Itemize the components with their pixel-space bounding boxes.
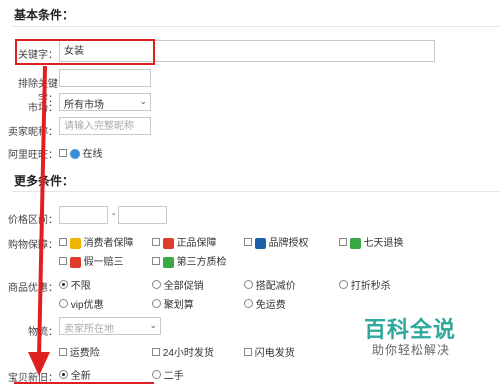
arrow-head bbox=[28, 352, 50, 376]
arrow-shaft bbox=[37, 65, 47, 359]
watermark-subtitle: 助你轻松解决 bbox=[372, 343, 451, 357]
watermark-title: 百科全说 bbox=[364, 317, 457, 342]
